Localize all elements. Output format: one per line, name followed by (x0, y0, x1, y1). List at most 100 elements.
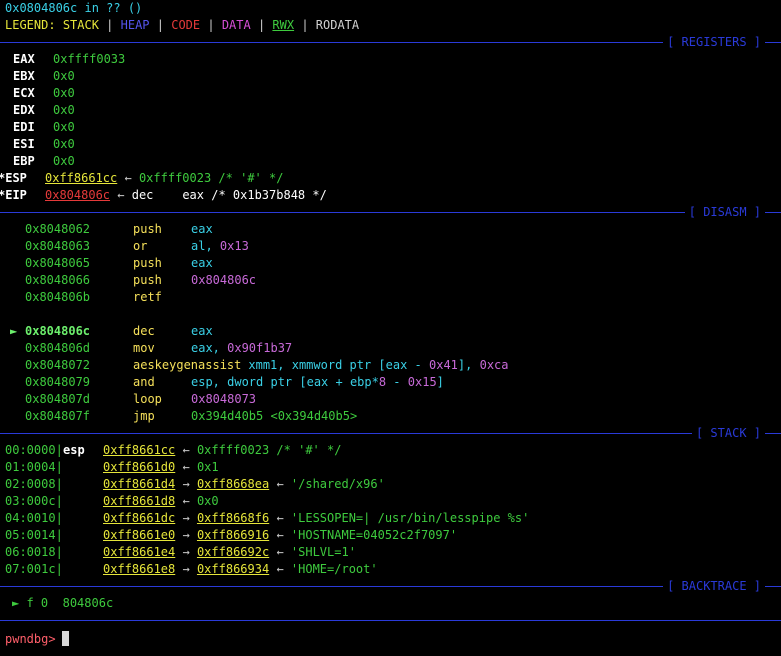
legend-sep: | (200, 18, 222, 32)
register-eax: EAX 0xffff0033 (0, 51, 781, 68)
stack-address: 0xff8661dc (103, 511, 176, 525)
esp-value: 0xff8661cc (45, 171, 118, 185)
stack-arrow: ← (276, 477, 284, 491)
backtrace-frame[interactable]: ► f 0 804806c (0, 595, 781, 612)
stack-value: 'HOME=/root' (290, 562, 378, 576)
stack-offset: 03:000c| (5, 494, 63, 508)
disasm-row[interactable]: 0x8048063 or al, 0x13 (20, 238, 781, 255)
disasm-separator: [ DISASM ] (0, 204, 781, 221)
bottom-separator (0, 612, 781, 629)
stack-value: 0x1 (196, 460, 219, 474)
stack-address: 0xff8661d8 (103, 494, 176, 508)
register-value: 0x0 (53, 154, 75, 168)
location-addr: 0x0804806c (5, 1, 78, 15)
disasm-row[interactable]: 0x804807d loop 0x8048073 (20, 391, 781, 408)
disasm-row[interactable]: 0x804806b retf (20, 289, 781, 306)
backtrace-title: [ BACKTRACE ] (663, 578, 765, 595)
stack-address: 0xff8661d0 (103, 460, 176, 474)
backtrace-frame-id: f 0 (26, 596, 49, 610)
stack-arrow: → (182, 545, 190, 559)
stack-address: 0xff8661e0 (103, 528, 176, 542)
register-value: 0x0 (53, 69, 75, 83)
disasm-row[interactable]: 0x8048072 aeskeygenassist xmm1, xmmword pt… (20, 357, 781, 374)
stack-pointer: 0xff866934 (196, 562, 270, 576)
register-value: 0x0 (53, 120, 75, 134)
stack-row[interactable]: 05:0014| 0xff8661e0 → 0xff866916 ← 'HOSTN… (0, 527, 781, 544)
stack-row[interactable]: 07:001c| 0xff8661e8 → 0xff866934 ← 'HOME=… (0, 561, 781, 578)
esp-name: ESP (5, 171, 27, 185)
register-esi: ESI 0x0 (0, 136, 781, 153)
eip-arrow: ← (117, 188, 125, 202)
stack-panel: 00:0000|esp 0xff8661cc ← 0xffff0023 /* '#… (0, 442, 781, 578)
location-rest: in ?? () (77, 1, 143, 15)
register-name: ESI (13, 137, 35, 151)
stack-address: 0xff8661e4 (103, 545, 176, 559)
legend-line: LEGEND: STACK | HEAP | CODE | DATA | RWX… (0, 17, 781, 34)
register-name: EBX (13, 69, 35, 83)
stack-pointer: 0xff866916 (196, 528, 270, 542)
text-cursor[interactable] (61, 631, 69, 646)
disasm-blank (20, 306, 781, 323)
location-line: 0x0804806c in ?? () (0, 0, 781, 17)
disasm-row[interactable]: 0x8048079 and esp, dword ptr [eax + ebp*8 … (20, 374, 781, 391)
register-name: EBP (13, 154, 35, 168)
disasm-row[interactable]: 0x8048066 push 0x804806c (20, 272, 781, 289)
stack-arrow: ← (276, 545, 284, 559)
legend-sep: | (294, 18, 316, 32)
disasm-current-row[interactable]: ► 0x804806c dec eax (10, 323, 781, 340)
eip-name: EIP (5, 188, 27, 202)
disasm-row[interactable]: 0x8048065 push eax (20, 255, 781, 272)
stack-row[interactable]: 01:0004| 0xff8661d0 ← 0x1 (0, 459, 781, 476)
register-name: EAX (13, 52, 35, 66)
register-name: EDX (13, 103, 35, 117)
register-value: 0x0 (53, 137, 75, 151)
stack-register: esp (63, 443, 85, 457)
stack-row[interactable]: 03:000c| 0xff8661d8 ← 0x0 (0, 493, 781, 510)
registers-separator: [ REGISTERS ] (0, 34, 781, 51)
register-edx: EDX 0x0 (0, 102, 781, 119)
disasm-row[interactable]: 0x804806d mov eax, 0x90f1b37 (20, 340, 781, 357)
legend-code: CODE (171, 18, 201, 32)
esp-arrow: ← (124, 171, 132, 185)
backtrace-separator: [ BACKTRACE ] (0, 578, 781, 595)
stack-arrow: ← (182, 494, 190, 508)
legend-data: DATA (221, 18, 251, 32)
stack-value: 'LESSOPEN=| /usr/bin/lesspipe %s' (290, 511, 530, 525)
stack-arrow: → (182, 511, 190, 525)
stack-row[interactable]: 04:0010| 0xff8661dc → 0xff8668f6 ← 'LESSO… (0, 510, 781, 527)
current-instruction-marker: ► (10, 324, 18, 338)
stack-address: 0xff8661cc (103, 443, 176, 457)
stack-offset: 05:0014| (5, 528, 63, 542)
register-ebx: EBX 0x0 (0, 68, 781, 85)
disasm-row[interactable]: 0x804807f jmp 0x394d40b5 <0x394d40b5> (20, 408, 781, 425)
prompt-label: pwndbg> (5, 632, 56, 646)
stack-row[interactable]: 02:0008| 0xff8661d4 → 0xff8668ea ← '/shar… (0, 476, 781, 493)
stack-offset: 00:0000| (5, 443, 63, 457)
stack-offset: 06:0018| (5, 545, 63, 559)
eip-operands: eax /* 0x1b37b848 */ (182, 188, 327, 202)
esp-deref: 0xffff0023 /* '#' */ (138, 171, 284, 185)
legend-sep: | (250, 18, 273, 32)
legend-label: LEGEND: (5, 18, 56, 32)
stack-row[interactable]: 00:0000|esp 0xff8661cc ← 0xffff0023 /* '#… (0, 442, 781, 459)
disasm-row[interactable]: 0x8048062 push eax (20, 221, 781, 238)
prompt-line[interactable]: pwndbg> (0, 631, 781, 648)
register-name: EDI (13, 120, 35, 134)
disasm-title: [ DISASM ] (684, 204, 765, 221)
legend-sep: | (149, 18, 172, 32)
stack-arrow: ← (276, 528, 284, 542)
stack-offset: 07:001c| (5, 562, 63, 576)
backtrace-addr: 804806c (62, 596, 114, 610)
stack-offset: 02:0008| (5, 477, 63, 491)
stack-row[interactable]: 06:0018| 0xff8661e4 → 0xff86692c ← 'SHLVL… (0, 544, 781, 561)
legend-rodata: RODATA (315, 18, 360, 32)
terminal: 0x0804806c in ?? () LEGEND: STACK | HEAP… (0, 0, 781, 656)
backtrace-marker: ► (12, 596, 20, 610)
stack-pointer: 0xff8668f6 (196, 511, 270, 525)
stack-value: '/shared/x96' (290, 477, 385, 491)
legend-heap: HEAP (120, 18, 150, 32)
stack-arrow: → (182, 528, 190, 542)
register-ebp: EBP 0x0 (0, 153, 781, 170)
stack-title: [ STACK ] (691, 425, 765, 442)
stack-offset: 04:0010| (5, 511, 63, 525)
